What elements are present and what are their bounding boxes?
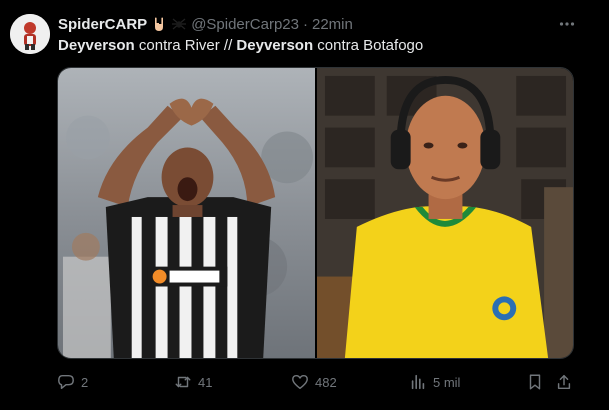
share-icon	[557, 374, 571, 390]
timestamp[interactable]: 22min	[312, 16, 353, 33]
tweet-text: Deyverson contra River // Deyverson cont…	[58, 37, 423, 54]
repost-button[interactable]: 41	[174, 370, 212, 394]
views-button[interactable]: 5 mil	[409, 370, 460, 394]
reply-count: 2	[81, 374, 89, 390]
share-button[interactable]	[555, 370, 573, 394]
tweet-header: SpiderCARP @SpiderCarp23 · 22min	[58, 14, 353, 34]
separator-dot: ·	[302, 15, 308, 33]
reply-button[interactable]: 2	[57, 370, 88, 394]
more-options-icon[interactable]	[555, 12, 579, 36]
repost-count: 41	[198, 374, 213, 390]
tweet-card[interactable]: SpiderCARP @SpiderCarp23 · 22min Deyvers…	[0, 0, 609, 410]
avatar[interactable]	[10, 14, 50, 54]
reply-icon	[58, 374, 74, 390]
heart-icon	[292, 374, 308, 390]
text-bold-2: Deyverson	[236, 37, 314, 54]
text-plain-2: contra Botafogo	[313, 37, 424, 54]
photo-elderly-man-with-headphones[interactable]	[317, 68, 573, 358]
spider-emoji-icon	[171, 16, 187, 32]
tweet-media	[57, 67, 574, 359]
views-bar-chart-icon	[411, 374, 425, 390]
like-count: 482	[315, 374, 337, 390]
rock-hand-emoji-icon	[151, 16, 167, 32]
repost-icon	[175, 376, 191, 388]
text-plain-1: contra River //	[134, 37, 237, 54]
like-button[interactable]: 482	[291, 370, 337, 394]
bookmark-button[interactable]	[526, 370, 544, 394]
text-bold-1: Deyverson	[58, 37, 135, 54]
photo-soccer-player-celebrating[interactable]	[58, 68, 315, 358]
tweet-actions: 2 41 482 5 mil	[57, 370, 579, 394]
author-handle[interactable]: @SpiderCarp23	[191, 16, 299, 33]
bookmark-icon	[529, 374, 541, 390]
author-name[interactable]: SpiderCARP	[58, 16, 147, 33]
views-count: 5 mil	[433, 374, 461, 390]
